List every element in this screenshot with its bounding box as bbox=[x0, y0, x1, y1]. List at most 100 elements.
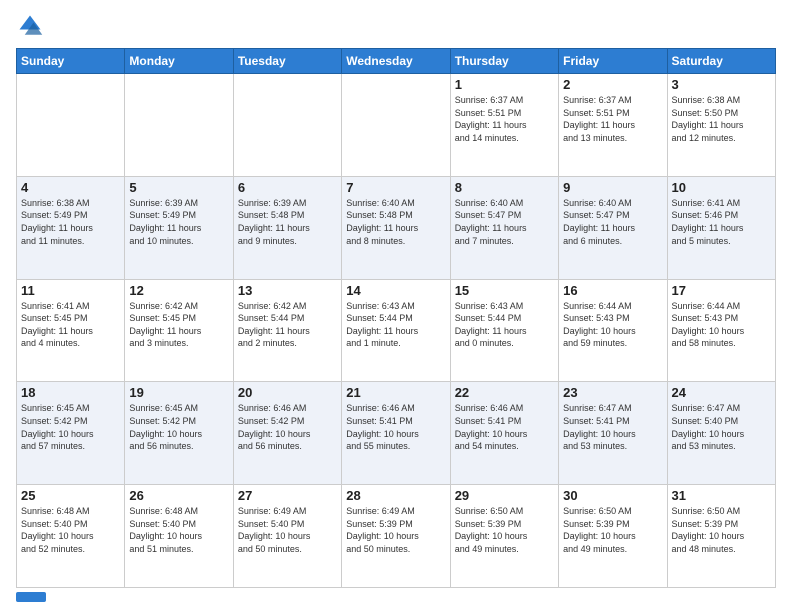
header bbox=[16, 12, 776, 40]
week-row-3: 11 Sunrise: 6:41 AM Sunset: 5:45 PM Dayli… bbox=[17, 279, 776, 382]
day-number: 10 bbox=[672, 180, 771, 195]
day-info: Sunrise: 6:50 AM Sunset: 5:39 PM Dayligh… bbox=[672, 505, 771, 555]
day-number: 2 bbox=[563, 77, 662, 92]
day-number: 1 bbox=[455, 77, 554, 92]
day-info: Sunrise: 6:40 AM Sunset: 5:47 PM Dayligh… bbox=[455, 197, 554, 247]
day-number: 28 bbox=[346, 488, 445, 503]
day-info: Sunrise: 6:38 AM Sunset: 5:50 PM Dayligh… bbox=[672, 94, 771, 144]
calendar-cell: 5 Sunrise: 6:39 AM Sunset: 5:49 PM Daylig… bbox=[125, 176, 233, 279]
calendar-cell: 2 Sunrise: 6:37 AM Sunset: 5:51 PM Daylig… bbox=[559, 74, 667, 177]
day-info: Sunrise: 6:47 AM Sunset: 5:41 PM Dayligh… bbox=[563, 402, 662, 452]
weekday-header-wednesday: Wednesday bbox=[342, 49, 450, 74]
day-number: 23 bbox=[563, 385, 662, 400]
week-row-5: 25Sunrise: 6:48 AM Sunset: 5:40 PM Dayli… bbox=[17, 485, 776, 588]
calendar-cell: 28 Sunrise: 6:49 AM Sunset: 5:39 PM Dayli… bbox=[342, 485, 450, 588]
day-number: 3 bbox=[672, 77, 771, 92]
calendar-cell: 10 Sunrise: 6:41 AM Sunset: 5:46 PM Dayli… bbox=[667, 176, 775, 279]
calendar-cell bbox=[342, 74, 450, 177]
day-info: Sunrise: 6:48 AM Sunset: 5:40 PM Dayligh… bbox=[21, 505, 120, 555]
day-number: 16 bbox=[563, 283, 662, 298]
day-info: Sunrise: 6:46 AM Sunset: 5:42 PM Dayligh… bbox=[238, 402, 337, 452]
weekday-header-friday: Friday bbox=[559, 49, 667, 74]
day-number: 19 bbox=[129, 385, 228, 400]
calendar-table: SundayMondayTuesdayWednesdayThursdayFrid… bbox=[16, 48, 776, 588]
day-info: Sunrise: 6:46 AM Sunset: 5:41 PM Dayligh… bbox=[346, 402, 445, 452]
day-info: Sunrise: 6:42 AM Sunset: 5:44 PM Dayligh… bbox=[238, 300, 337, 350]
day-number: 14 bbox=[346, 283, 445, 298]
calendar-cell: 20 Sunrise: 6:46 AM Sunset: 5:42 PM Dayli… bbox=[233, 382, 341, 485]
day-info: Sunrise: 6:42 AM Sunset: 5:45 PM Dayligh… bbox=[129, 300, 228, 350]
day-info: Sunrise: 6:44 AM Sunset: 5:43 PM Dayligh… bbox=[672, 300, 771, 350]
day-info: Sunrise: 6:45 AM Sunset: 5:42 PM Dayligh… bbox=[21, 402, 120, 452]
day-number: 20 bbox=[238, 385, 337, 400]
weekday-header-sunday: Sunday bbox=[17, 49, 125, 74]
day-info: Sunrise: 6:39 AM Sunset: 5:49 PM Dayligh… bbox=[129, 197, 228, 247]
calendar-cell: 1Sunrise: 6:37 AM Sunset: 5:51 PM Daylig… bbox=[450, 74, 558, 177]
calendar-cell bbox=[17, 74, 125, 177]
day-number: 9 bbox=[563, 180, 662, 195]
day-info: Sunrise: 6:43 AM Sunset: 5:44 PM Dayligh… bbox=[455, 300, 554, 350]
calendar-cell: 30 Sunrise: 6:50 AM Sunset: 5:39 PM Dayli… bbox=[559, 485, 667, 588]
calendar-cell: 16Sunrise: 6:44 AM Sunset: 5:43 PM Dayli… bbox=[559, 279, 667, 382]
calendar-cell: 15 Sunrise: 6:43 AM Sunset: 5:44 PM Dayli… bbox=[450, 279, 558, 382]
day-info: Sunrise: 6:47 AM Sunset: 5:40 PM Dayligh… bbox=[672, 402, 771, 452]
calendar-cell: 13 Sunrise: 6:42 AM Sunset: 5:44 PM Dayli… bbox=[233, 279, 341, 382]
day-info: Sunrise: 6:50 AM Sunset: 5:39 PM Dayligh… bbox=[563, 505, 662, 555]
week-row-4: 18Sunrise: 6:45 AM Sunset: 5:42 PM Dayli… bbox=[17, 382, 776, 485]
day-info: Sunrise: 6:40 AM Sunset: 5:48 PM Dayligh… bbox=[346, 197, 445, 247]
week-row-1: 1 Sunrise: 6:37 AM Sunset: 5:51 PM Daylig… bbox=[17, 74, 776, 177]
weekday-header-row: SundayMondayTuesdayWednesdayThursdayFrid… bbox=[17, 49, 776, 74]
day-info: Sunrise: 6:48 AM Sunset: 5:40 PM Dayligh… bbox=[129, 505, 228, 555]
day-info: Sunrise: 6:38 AM Sunset: 5:49 PM Dayligh… bbox=[21, 197, 120, 247]
calendar-cell bbox=[125, 74, 233, 177]
calendar-cell: 29Sunrise: 6:50 AM Sunset: 5:39 PM Dayli… bbox=[450, 485, 558, 588]
calendar-cell: 11 Sunrise: 6:41 AM Sunset: 5:45 PM Dayli… bbox=[17, 279, 125, 382]
day-number: 7 bbox=[346, 180, 445, 195]
day-number: 15 bbox=[455, 283, 554, 298]
day-number: 22 bbox=[455, 385, 554, 400]
day-info: Sunrise: 6:43 AM Sunset: 5:44 PM Dayligh… bbox=[346, 300, 445, 350]
day-info: Sunrise: 6:49 AM Sunset: 5:39 PM Dayligh… bbox=[346, 505, 445, 555]
weekday-header-thursday: Thursday bbox=[450, 49, 558, 74]
day-number: 31 bbox=[672, 488, 771, 503]
day-number: 8 bbox=[455, 180, 554, 195]
calendar-cell: 21 Sunrise: 6:46 AM Sunset: 5:41 PM Dayli… bbox=[342, 382, 450, 485]
calendar-cell: 18Sunrise: 6:45 AM Sunset: 5:42 PM Dayli… bbox=[17, 382, 125, 485]
logo bbox=[16, 12, 48, 40]
day-info: Sunrise: 6:40 AM Sunset: 5:47 PM Dayligh… bbox=[563, 197, 662, 247]
calendar-cell: 7 Sunrise: 6:40 AM Sunset: 5:48 PM Daylig… bbox=[342, 176, 450, 279]
weekday-header-monday: Monday bbox=[125, 49, 233, 74]
weekday-header-tuesday: Tuesday bbox=[233, 49, 341, 74]
day-number: 5 bbox=[129, 180, 228, 195]
day-number: 30 bbox=[563, 488, 662, 503]
day-number: 4 bbox=[21, 180, 120, 195]
calendar-cell: 27 Sunrise: 6:49 AM Sunset: 5:40 PM Dayli… bbox=[233, 485, 341, 588]
day-info: Sunrise: 6:49 AM Sunset: 5:40 PM Dayligh… bbox=[238, 505, 337, 555]
calendar-cell: 3 Sunrise: 6:38 AM Sunset: 5:50 PM Daylig… bbox=[667, 74, 775, 177]
day-number: 6 bbox=[238, 180, 337, 195]
day-info: Sunrise: 6:37 AM Sunset: 5:51 PM Dayligh… bbox=[563, 94, 662, 144]
weekday-header-saturday: Saturday bbox=[667, 49, 775, 74]
calendar-cell: 19Sunrise: 6:45 AM Sunset: 5:42 PM Dayli… bbox=[125, 382, 233, 485]
day-number: 26 bbox=[129, 488, 228, 503]
calendar-cell: 23 Sunrise: 6:47 AM Sunset: 5:41 PM Dayli… bbox=[559, 382, 667, 485]
daylight-bar bbox=[16, 592, 46, 602]
calendar-cell: 24Sunrise: 6:47 AM Sunset: 5:40 PM Dayli… bbox=[667, 382, 775, 485]
page: SundayMondayTuesdayWednesdayThursdayFrid… bbox=[0, 0, 792, 612]
day-number: 17 bbox=[672, 283, 771, 298]
day-info: Sunrise: 6:41 AM Sunset: 5:45 PM Dayligh… bbox=[21, 300, 120, 350]
footer bbox=[16, 592, 776, 602]
day-number: 12 bbox=[129, 283, 228, 298]
day-number: 13 bbox=[238, 283, 337, 298]
calendar-cell: 14 Sunrise: 6:43 AM Sunset: 5:44 PM Dayli… bbox=[342, 279, 450, 382]
day-number: 27 bbox=[238, 488, 337, 503]
day-number: 11 bbox=[21, 283, 120, 298]
day-info: Sunrise: 6:46 AM Sunset: 5:41 PM Dayligh… bbox=[455, 402, 554, 452]
calendar-cell: 12 Sunrise: 6:42 AM Sunset: 5:45 PM Dayli… bbox=[125, 279, 233, 382]
day-number: 21 bbox=[346, 385, 445, 400]
calendar-cell: 22 Sunrise: 6:46 AM Sunset: 5:41 PM Dayli… bbox=[450, 382, 558, 485]
calendar-cell: 8 Sunrise: 6:40 AM Sunset: 5:47 PM Daylig… bbox=[450, 176, 558, 279]
calendar-cell: 6Sunrise: 6:39 AM Sunset: 5:48 PM Daylig… bbox=[233, 176, 341, 279]
day-info: Sunrise: 6:50 AM Sunset: 5:39 PM Dayligh… bbox=[455, 505, 554, 555]
day-info: Sunrise: 6:41 AM Sunset: 5:46 PM Dayligh… bbox=[672, 197, 771, 247]
